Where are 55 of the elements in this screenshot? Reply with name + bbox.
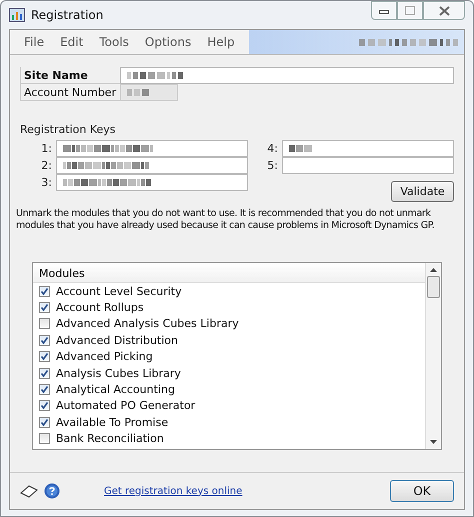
checkbox[interactable] [39, 368, 50, 379]
window-title: Registration [31, 8, 104, 22]
menu-item[interactable]: Tools [85, 35, 129, 49]
key-number: 5: [266, 158, 279, 174]
key-field[interactable] [56, 140, 248, 157]
scroll-up-icon[interactable] [430, 268, 437, 272]
key-number: 4: [266, 141, 279, 157]
scroll-thumb[interactable] [427, 276, 440, 298]
key-number: 3: [40, 175, 53, 191]
menu-item[interactable]: File [10, 35, 44, 49]
ok-button[interactable]: OK [390, 480, 454, 502]
validate-button[interactable]: Validate [391, 181, 454, 202]
key-number: 2: [40, 158, 53, 174]
checkbox[interactable] [39, 286, 50, 297]
module-name[interactable]: Automated PO Generator [56, 399, 196, 412]
menu-item[interactable]: Help [193, 35, 235, 49]
checkbox[interactable] [39, 302, 50, 314]
key-field[interactable] [56, 157, 248, 174]
close-icon [438, 6, 450, 16]
menu-item[interactable]: Edit [46, 35, 84, 49]
registration-link[interactable]: Get registration keys online [104, 486, 242, 496]
module-name[interactable]: Account Level Security [56, 284, 182, 298]
checkbox[interactable] [39, 433, 50, 444]
close-button[interactable] [423, 1, 465, 20]
module-name[interactable]: Bank Reconciliation [56, 432, 164, 446]
value-field[interactable] [120, 84, 178, 101]
menu-item[interactable]: Options [130, 35, 192, 49]
module-name[interactable]: Advanced Distribution [56, 334, 178, 347]
minimize-button[interactable] [371, 1, 397, 20]
value-field[interactable] [120, 67, 454, 84]
maximize-icon [405, 6, 415, 15]
module-name[interactable]: Analytical Accounting [56, 383, 175, 396]
key-field[interactable] [56, 174, 248, 191]
help-icon[interactable] [44, 483, 60, 499]
checkbox[interactable] [39, 400, 50, 412]
checkbox[interactable] [39, 334, 50, 346]
instructions-text: Unmark the modules that you do not want to use. It is recommended that you do not unmark modules that you have already used because it can cause problems in Microsoft Dynamics GP. [16, 208, 436, 232]
note-icon [20, 484, 38, 498]
checkbox[interactable] [39, 416, 50, 428]
scroll-down-icon[interactable] [430, 440, 437, 444]
checkbox[interactable] [39, 351, 50, 362]
section-label: Registration Keys [20, 123, 117, 136]
checkbox[interactable] [39, 318, 50, 330]
module-name[interactable]: Available To Promise [56, 416, 168, 429]
module-name[interactable]: Account Rollups [56, 301, 144, 314]
module-name[interactable]: Advanced Picking [56, 350, 153, 364]
key-number: 1: [40, 141, 53, 157]
scrollbar[interactable] [425, 263, 441, 449]
module-name[interactable]: Analysis Cubes Library [56, 366, 181, 380]
key-field[interactable] [282, 157, 454, 174]
app-icon [9, 8, 25, 22]
key-field[interactable] [282, 140, 454, 157]
module-name[interactable]: Advanced Analysis Cubes Library [56, 317, 239, 330]
minimize-icon [379, 8, 389, 14]
checkbox[interactable] [39, 384, 50, 396]
